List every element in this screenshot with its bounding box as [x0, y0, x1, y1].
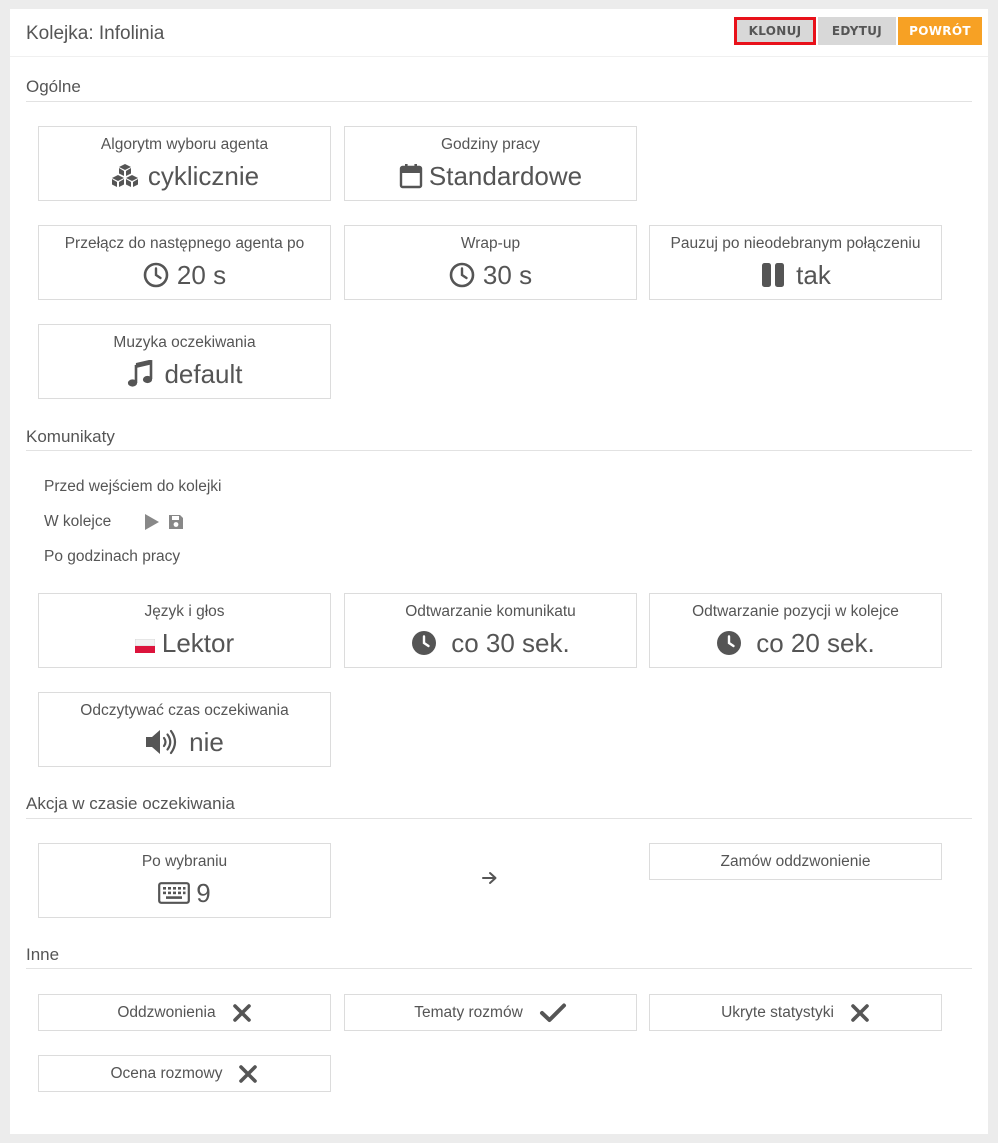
cross-icon — [232, 1003, 251, 1022]
card-label: Wrap-up — [460, 235, 521, 252]
clock-icon — [143, 262, 169, 288]
card-value: default — [164, 358, 243, 389]
cubes-icon — [111, 164, 138, 187]
card-switch-agent: Przełącz do następnego agenta po 20 s — [38, 225, 331, 300]
play-icon[interactable] — [144, 513, 160, 531]
card-value: Lektor — [161, 627, 235, 658]
section-title-general: Ogólne — [26, 77, 81, 96]
page-title: Kolejka: Infolinia — [26, 23, 165, 44]
keyboard-icon — [158, 882, 191, 904]
card-language-voice: Język i głos Lektor — [38, 593, 331, 668]
clock-solid-icon — [717, 631, 742, 655]
card-message-playback: Odtwarzanie komunikatu co 30 sek. — [344, 593, 637, 668]
card-value: nie — [189, 726, 224, 757]
panel-header: Kolejka: Infolinia KLONUJ EDYTUJ POWRÓT — [10, 9, 988, 57]
card-read-wait-time: Odczytywać czas oczekiwania nie — [38, 692, 331, 767]
edit-button[interactable]: EDYTUJ — [818, 17, 896, 45]
card-label: Przełącz do następnego agenta po — [64, 235, 305, 252]
back-button[interactable]: POWRÓT — [898, 17, 982, 45]
music-icon — [128, 360, 153, 387]
card-label: Po wybraniu — [141, 853, 228, 870]
card-label: Godziny pracy — [440, 136, 541, 153]
message-in-queue: W kolejce — [44, 513, 112, 530]
cross-icon — [851, 1003, 869, 1022]
card-label: Język i głos — [144, 603, 225, 620]
clone-button[interactable]: KLONUJ — [734, 17, 816, 45]
card-label: Pauzuj po nieodebranym połączeniu — [670, 235, 921, 252]
card-value: 30 s — [482, 259, 533, 290]
card-value: cyklicznie — [147, 160, 260, 191]
check-icon — [539, 1003, 566, 1022]
section-divider — [26, 968, 972, 969]
section-divider — [26, 818, 972, 819]
card-label: Odtwarzanie komunikatu — [405, 603, 576, 620]
message-before-queue: Przed wejściem do kolejki — [44, 478, 222, 495]
card-value: co 30 sek. — [451, 627, 570, 658]
section-title-messages: Komunikaty — [26, 427, 115, 446]
card-working-hours: Godziny pracy Standardowe — [344, 126, 637, 201]
clock-icon — [449, 262, 475, 288]
section-divider — [26, 101, 972, 102]
speaker-icon — [146, 729, 177, 755]
option-label: Ukryte statystyki — [721, 1003, 834, 1021]
queue-details-panel: Kolejka: Infolinia KLONUJ EDYTUJ POWRÓT … — [10, 9, 988, 1134]
card-value: 20 s — [176, 259, 227, 290]
option-label: Oddzwonienia — [117, 1003, 216, 1021]
card-position-playback: Odtwarzanie pozycji w kolejce co 20 sek. — [649, 593, 942, 668]
section-title-other: Inne — [26, 945, 60, 964]
cross-icon — [239, 1064, 258, 1083]
option-label: Tematy rozmów — [414, 1003, 523, 1021]
option-call-rating: Ocena rozmowy — [38, 1055, 331, 1092]
message-after-hours: Po godzinach pracy — [44, 548, 181, 565]
save-icon[interactable] — [168, 514, 184, 530]
option-topics: Tematy rozmów — [344, 994, 637, 1031]
flag-pl-icon — [134, 639, 155, 653]
calendar-icon — [399, 164, 423, 189]
clock-solid-icon — [412, 631, 437, 655]
card-on-keypress: Po wybraniu 9 — [38, 843, 331, 918]
option-label: Ocena rozmowy — [110, 1064, 223, 1082]
card-wrapup: Wrap-up 30 s — [344, 225, 637, 300]
section-title-wait-action: Akcja w czasie oczekiwania — [26, 794, 235, 813]
card-agent-algorithm: Algorytm wyboru agenta cyklicznie — [38, 126, 331, 201]
card-label: Odtwarzanie pozycji w kolejce — [692, 603, 899, 620]
callback-target: Zamów oddzwonienie — [649, 843, 942, 880]
option-callbacks: Oddzwonienia — [38, 994, 331, 1031]
option-hidden-stats: Ukryte statystyki — [649, 994, 942, 1031]
card-label: Algorytm wyboru agenta — [100, 136, 269, 153]
card-hold-music: Muzyka oczekiwania default — [38, 324, 331, 399]
card-value: tak — [796, 259, 831, 290]
callback-target-label: Zamów oddzwonienie — [720, 852, 871, 870]
card-label: Muzyka oczekiwania — [113, 334, 256, 351]
arrow-right-icon — [482, 872, 497, 884]
card-label: Odczytywać czas oczekiwania — [80, 702, 289, 719]
card-pause-missed: Pauzuj po nieodebranym połączeniu tak — [649, 225, 942, 300]
card-value: Standardowe — [428, 160, 583, 191]
section-divider — [26, 450, 972, 451]
card-value: co 20 sek. — [756, 627, 875, 658]
card-value: 9 — [196, 877, 211, 908]
pause-icon — [762, 263, 785, 287]
